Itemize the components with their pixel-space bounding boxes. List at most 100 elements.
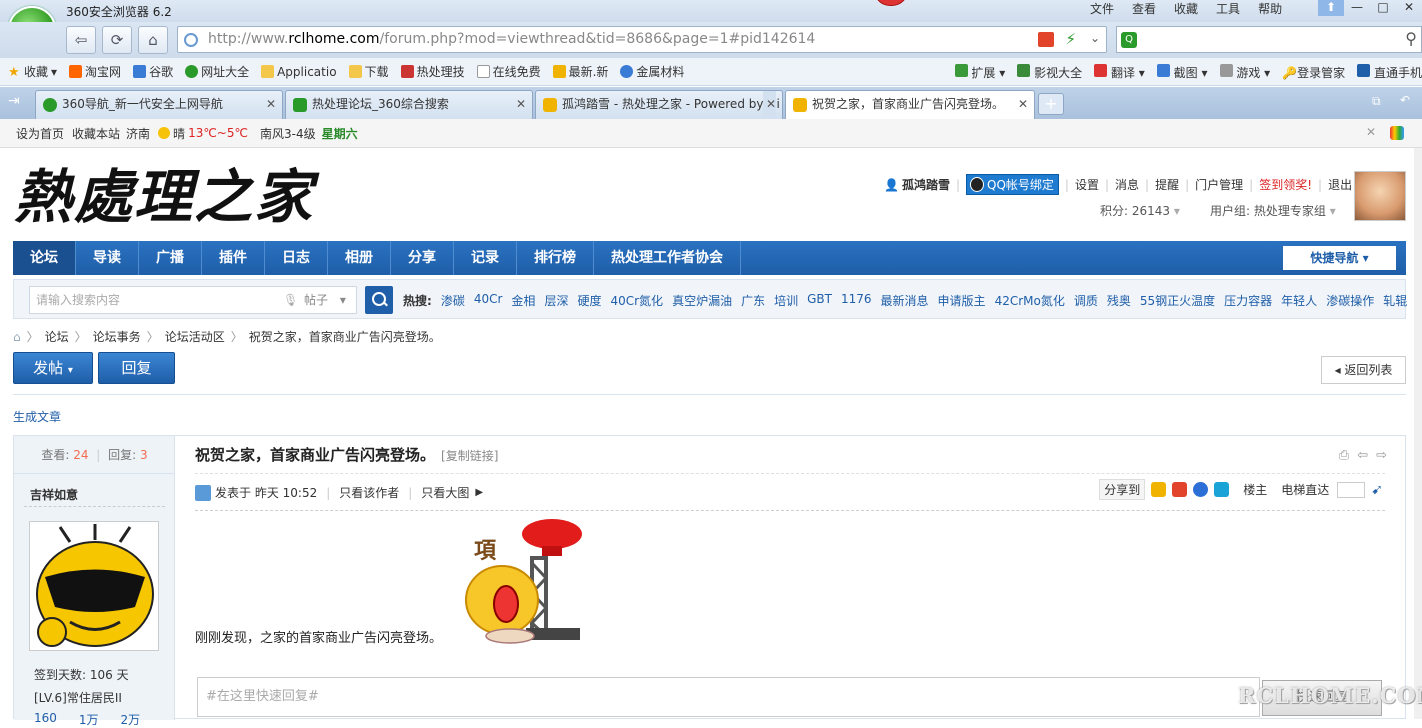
bookmark-applications[interactable]: Applicatio <box>261 65 337 79</box>
logout-link[interactable]: 退出 <box>1328 176 1352 193</box>
author-name[interactable]: 吉祥如意 <box>30 486 78 503</box>
nav-broadcast[interactable]: 广播 <box>139 241 202 275</box>
tab-close-icon[interactable]: ✕ <box>1014 91 1028 118</box>
qq-bind-button[interactable]: QQ帐号绑定 <box>966 174 1059 195</box>
user-avatar[interactable] <box>1354 171 1406 221</box>
bookmark-metal-materials[interactable]: 金属材料 <box>620 63 684 80</box>
search-icon[interactable]: ⚲ <box>1405 29 1417 48</box>
share-weibo-icon[interactable] <box>1172 482 1188 497</box>
share-baidu-icon[interactable] <box>1193 482 1209 497</box>
floor-jump-input[interactable] <box>1337 481 1366 498</box>
user-score[interactable]: 积分: 26143 ▾ <box>1100 202 1180 219</box>
app-center-icon[interactable] <box>1390 126 1404 140</box>
username-link[interactable]: 孤鸿踏雪 <box>902 176 950 193</box>
refresh-icon[interactable]: ⟳ <box>102 26 132 54</box>
tab-close-icon[interactable]: ✕ <box>516 91 526 118</box>
nav-rankings[interactable]: 排行榜 <box>517 241 594 275</box>
site-search-input[interactable]: 请输入搜索内容 <box>29 286 311 314</box>
notifications-link[interactable]: 提醒 <box>1155 176 1179 193</box>
hot-link[interactable]: 硬度 <box>577 292 601 309</box>
nav-guide[interactable]: 导读 <box>76 241 139 275</box>
menu-file[interactable]: 文件 <box>1090 0 1114 17</box>
scrollbar[interactable] <box>1414 148 1422 719</box>
set-home-link[interactable]: 设为首页 <box>16 125 64 142</box>
home-icon[interactable]: ⌂ <box>138 26 168 54</box>
tab-close-icon[interactable]: ✕ <box>266 91 276 118</box>
hot-link[interactable]: 层深 <box>544 292 568 309</box>
red-orb-icon[interactable] <box>874 0 908 6</box>
hot-link[interactable]: 调质 <box>1074 292 1098 309</box>
bookmark-heat-treatment[interactable]: 热处理技 <box>400 63 465 80</box>
settings-link[interactable]: 设置 <box>1075 176 1099 193</box>
tab-360-nav[interactable]: 360导航_新一代安全上网导航 ✕ <box>35 90 283 119</box>
search-type-select[interactable]: 帖子 ▾ <box>298 286 357 314</box>
generate-article-link[interactable]: 生成文章 <box>13 408 61 425</box>
hot-link[interactable]: 40Cr氮化 <box>610 292 663 309</box>
hot-link[interactable]: 42CrMo氮化 <box>995 292 1065 309</box>
search-button[interactable] <box>365 286 393 314</box>
nav-forum[interactable]: 论坛 <box>13 241 76 275</box>
nav-album[interactable]: 相册 <box>328 241 391 275</box>
minimize-icon[interactable]: — <box>1344 0 1370 16</box>
close-icon[interactable]: ✕ <box>1396 0 1422 16</box>
tab-current-thread[interactable]: 祝贺之家，首家商业广告闪亮登场。 ✕ <box>785 90 1035 119</box>
quick-reply-input[interactable]: #在这里快速回复# <box>197 677 1260 717</box>
hot-link[interactable]: 1176 <box>841 292 872 309</box>
tab-close-icon[interactable]: ✕ <box>762 91 776 118</box>
share-qzone-icon[interactable] <box>1151 482 1167 497</box>
author-avatar[interactable] <box>29 521 159 651</box>
toolbar-phone[interactable]: 直通手机 <box>1357 63 1422 81</box>
new-tab-icon[interactable]: + <box>1038 93 1064 115</box>
messages-link[interactable]: 消息 <box>1115 176 1139 193</box>
hot-link[interactable]: 轧辊 <box>1383 292 1407 309</box>
play-icon[interactable]: ▶ <box>475 487 483 498</box>
microphone-icon[interactable]: 🎙 <box>283 293 298 307</box>
user-group[interactable]: 用户组: 热处理专家组 ▾ <box>1210 202 1336 219</box>
hot-link[interactable]: 真空炉漏油 <box>672 292 732 309</box>
toolbar-login-manager[interactable]: 🔑登录管家 <box>1282 64 1345 81</box>
new-post-button[interactable]: 发帖 ▾ <box>13 352 93 384</box>
restore-tabs-icon[interactable]: ⧉ <box>1372 94 1381 109</box>
site-logo[interactable]: 熱處理之家 <box>14 160 312 235</box>
big-image-link[interactable]: 只看大图 <box>421 484 469 501</box>
toolbar-video[interactable]: 影视大全 <box>1017 63 1082 81</box>
bookmark-downloads[interactable]: 下载 <box>348 63 389 80</box>
toolbar-games[interactable]: 游戏 ▾ <box>1219 63 1270 81</box>
portal-admin-link[interactable]: 门户管理 <box>1195 176 1243 193</box>
hot-link[interactable]: 申请版主 <box>938 292 986 309</box>
search-engine-box[interactable]: Q ⚲ <box>1116 26 1422 53</box>
nav-share[interactable]: 分享 <box>391 241 454 275</box>
crumb-affairs[interactable]: 论坛事务 <box>93 328 141 345</box>
bookmark-latest[interactable]: 最新.新 <box>552 63 608 80</box>
toolbar-translate[interactable]: 翻译 ▾ <box>1094 63 1145 81</box>
crumb-forum[interactable]: 论坛 <box>45 328 69 345</box>
only-author-link[interactable]: 只看该作者 <box>339 484 399 501</box>
skin-icon[interactable]: ⬆ <box>1318 0 1344 16</box>
tab-360-search[interactable]: 热处理论坛_360综合搜索 ✕ <box>285 90 533 119</box>
sidebar-toggle-icon[interactable]: ⇥ <box>8 93 20 109</box>
hot-link[interactable]: 最新消息 <box>881 292 929 309</box>
bookmark-favorites[interactable]: ★ 收藏 ▾ <box>8 63 57 81</box>
stat-link[interactable]: 1万 <box>79 711 99 728</box>
hot-link[interactable]: 渗碳操作 <box>1326 292 1374 309</box>
nav-blog[interactable]: 日志 <box>265 241 328 275</box>
stat-link[interactable]: 160 <box>34 711 57 728</box>
bookmark-site-directory[interactable]: 网址大全 <box>185 63 249 80</box>
reply-button[interactable]: 回复 <box>98 352 175 384</box>
home-icon[interactable]: ⌂ <box>13 330 21 344</box>
hot-link[interactable]: 培训 <box>774 292 798 309</box>
nav-records[interactable]: 记录 <box>454 241 517 275</box>
menu-favorites[interactable]: 收藏 <box>1174 0 1198 17</box>
next-thread-icon[interactable]: ⇨ <box>1376 448 1387 463</box>
hot-link[interactable]: 广东 <box>741 292 765 309</box>
bookmark-online-free[interactable]: 在线免费 <box>476 63 541 80</box>
toolbar-screenshot[interactable]: 截图 ▾ <box>1156 63 1208 81</box>
hot-link[interactable]: 渗碳 <box>441 292 465 309</box>
prev-thread-icon[interactable]: ⇦ <box>1357 448 1368 463</box>
back-to-list-button[interactable]: ◂ 返回列表 <box>1321 356 1406 384</box>
hot-link[interactable]: 金相 <box>511 292 535 309</box>
menu-tools[interactable]: 工具 <box>1216 0 1240 17</box>
menu-help[interactable]: 帮助 <box>1258 0 1282 17</box>
hot-link[interactable]: 40Cr <box>474 292 503 309</box>
bookmark-taobao[interactable]: 淘宝网 <box>69 63 121 80</box>
